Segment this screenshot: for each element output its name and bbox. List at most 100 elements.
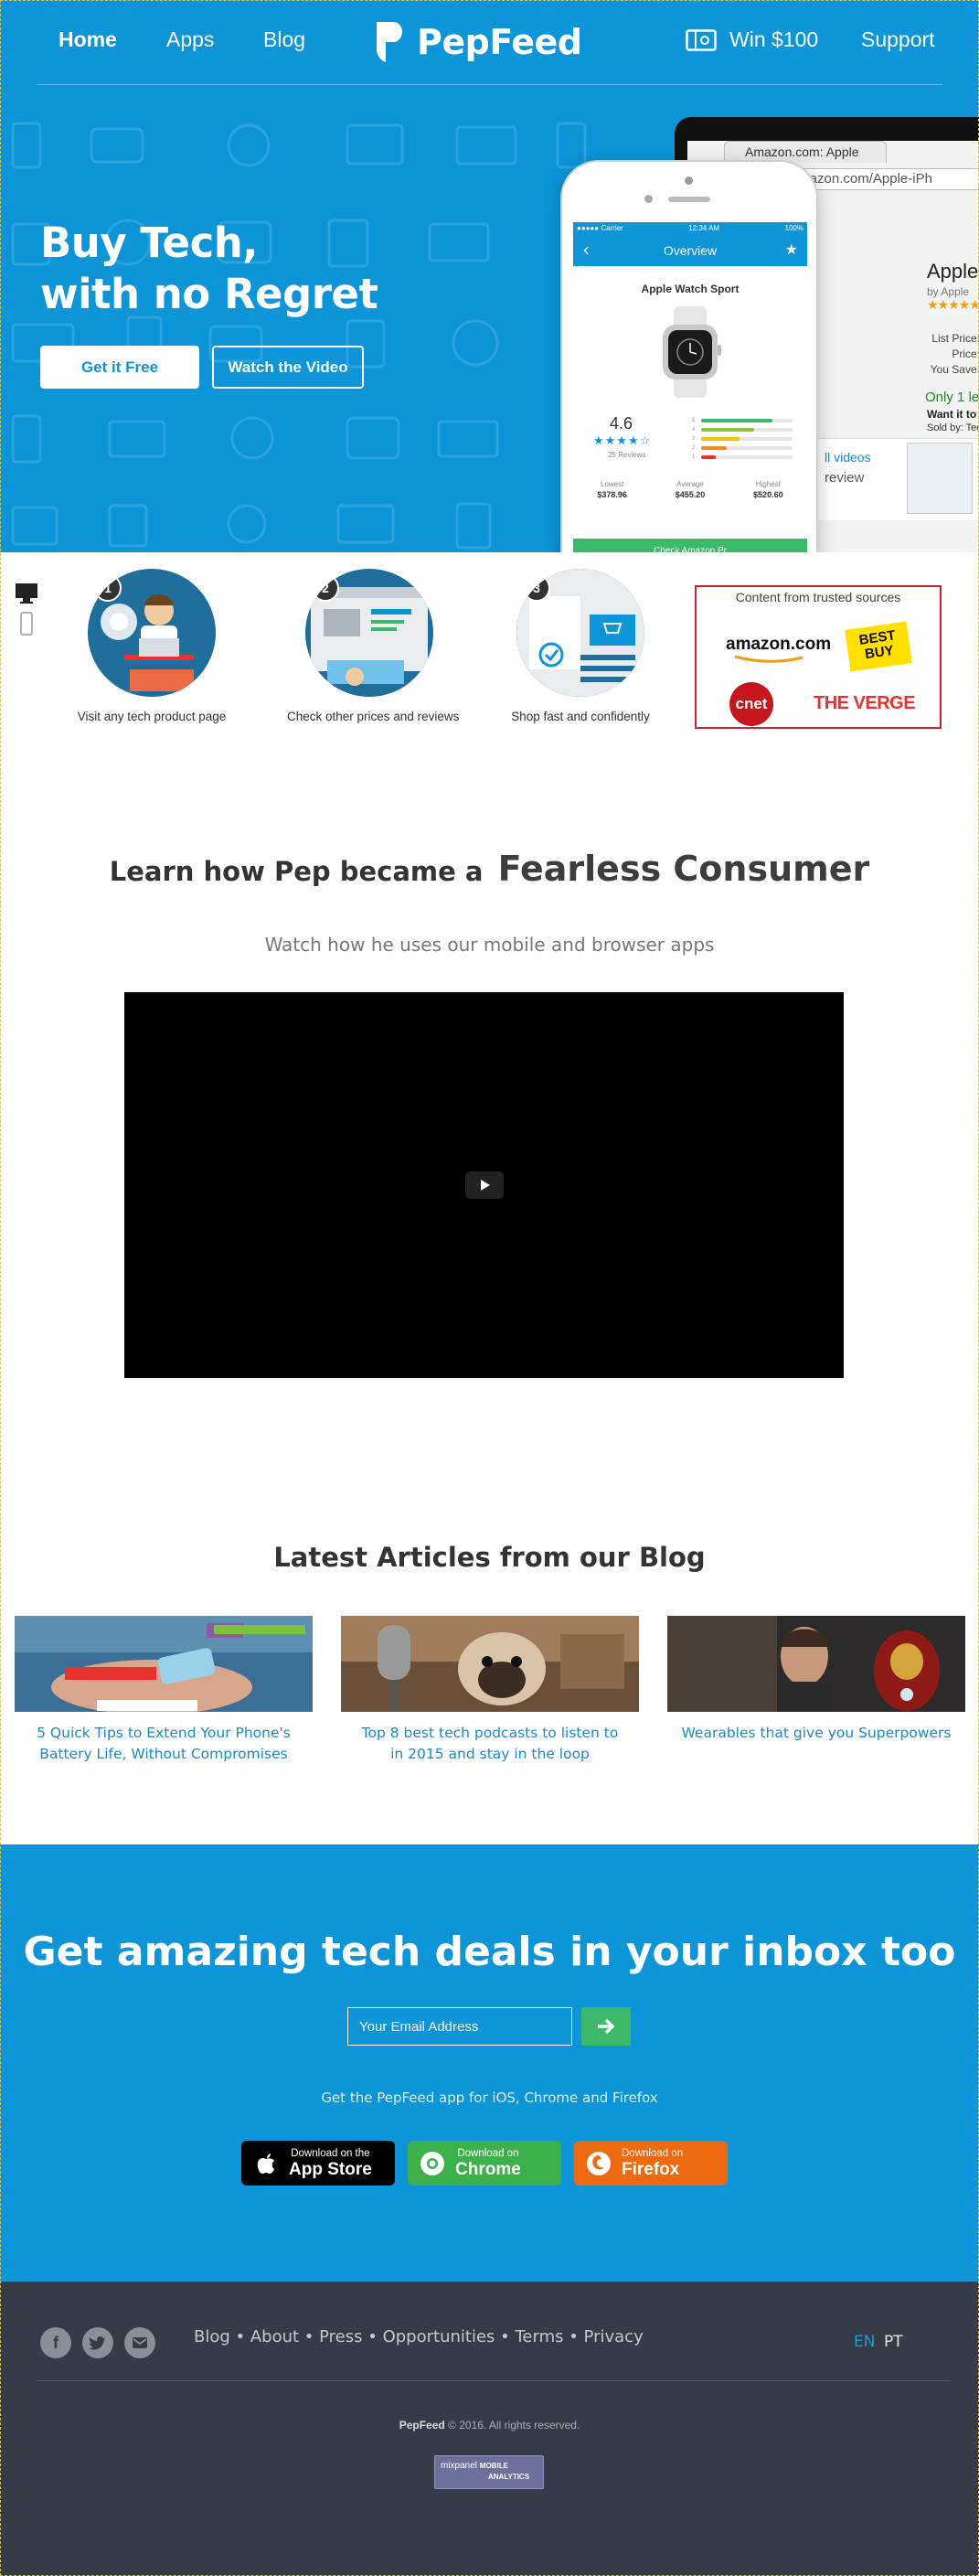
the-verge-logo: THE VERGE: [814, 693, 916, 713]
footer-link-opportunities[interactable]: Opportunities: [383, 2327, 495, 2346]
win-100-link[interactable]: Win $100: [686, 27, 818, 52]
time-text: 12:34 AM: [688, 224, 720, 232]
chrome-button[interactable]: Download on Chrome: [408, 2141, 561, 2186]
mixpanel-badge[interactable]: mixpanel MOBILE ANALYTICS: [434, 2455, 544, 2489]
price-summary: Lowest $378.96 Average $455.20 Highest $520.6…: [573, 480, 807, 499]
fearless-heading: Learn how Pep became a Fearless Consumer: [0, 849, 979, 889]
phone-speaker: [668, 197, 710, 202]
step-label: Visit any tech product page: [77, 710, 227, 723]
cnet-logo: cnet: [729, 682, 773, 726]
nav-home[interactable]: Home: [59, 27, 117, 52]
app-store-button[interactable]: Download on the App Store: [241, 2141, 395, 2186]
blog-article-1[interactable]: 5 Quick Tips to Extend Your Phone's Batt…: [15, 1616, 313, 1765]
lang-pt[interactable]: PT: [884, 2333, 903, 2351]
win-label: Win $100: [729, 27, 819, 51]
pepfeed-logo-icon: [377, 22, 403, 62]
rating-bar-label: 3: [692, 435, 696, 442]
newsletter-title: Get amazing tech deals in your inbox too: [23, 1929, 956, 1975]
blog-heading: Latest Articles from our Blog: [273, 1542, 706, 1573]
price-summary-value: $520.60: [753, 490, 783, 499]
blog-article-2[interactable]: Top 8 best tech podcasts to listen to in…: [341, 1616, 639, 1765]
play-button[interactable]: [465, 1171, 504, 1199]
firefox-big: Firefox: [622, 2159, 680, 2179]
product-brand: by Apple: [927, 285, 970, 298]
twitter-icon[interactable]: [82, 2327, 113, 2358]
footer-separator: •: [299, 2327, 320, 2346]
price-summary-label: Average: [676, 480, 704, 488]
price-summary-item: Lowest $378.96: [597, 480, 627, 499]
footer-link-blog[interactable]: Blog: [194, 2327, 230, 2346]
step-1-illustration: 1: [88, 569, 216, 697]
arrow-right-icon: [598, 2018, 615, 2035]
firefox-button[interactable]: Download on Firefox: [574, 2141, 728, 2186]
article-2-title[interactable]: Top 8 best tech podcasts to listen to in…: [341, 1723, 639, 1765]
nav-apps[interactable]: Apps: [166, 27, 214, 52]
article-3-title[interactable]: Wearables that give you Superpowers: [667, 1723, 965, 1744]
footer-separator: •: [362, 2327, 383, 2346]
footer-link-about[interactable]: About: [250, 2327, 299, 2346]
battery-text: 100%: [784, 224, 803, 232]
copyright-text: © 2016. All rights reserved.: [448, 2419, 580, 2432]
article-1-image[interactable]: [15, 1616, 313, 1712]
step-number: 3: [523, 574, 550, 602]
get-it-free-button[interactable]: Get it Free: [40, 346, 199, 389]
phone-mockup: ●●●●● Carrier 12:34 AM 100% Overview ‹ ★…: [560, 160, 818, 552]
article-1-title[interactable]: 5 Quick Tips to Extend Your Phone's Batt…: [15, 1723, 313, 1765]
step-number: 2: [312, 574, 339, 602]
bestbuy-logo: BEST BUY: [845, 621, 912, 672]
price-summary-item: Highest $520.60: [753, 480, 783, 499]
article-3-image[interactable]: [667, 1616, 965, 1712]
price-lines: List Price: Price: You Save:: [916, 331, 979, 378]
article-2-title-line1: Top 8 best tech podcasts to listen to: [361, 1725, 619, 1741]
apple-icon: [257, 2153, 274, 2174]
hero-title-line2: with no Regret: [40, 270, 378, 318]
mixpanel-name: mixpanel: [441, 2461, 478, 2471]
rating-bar-track: [701, 418, 793, 422]
rating-breakdown: 5 4 3 2 1: [692, 416, 793, 462]
brand-logo[interactable]: PepFeed: [373, 18, 582, 66]
top-nav: Home Apps Blog PepFeed Win $100 Support: [0, 0, 979, 84]
newsletter-section: Get amazing tech deals in your inbox too…: [0, 1844, 979, 2282]
rating-bar-track: [701, 454, 793, 459]
footer-link-press[interactable]: Press: [319, 2327, 362, 2346]
watch-video-button[interactable]: Watch the Video: [212, 346, 364, 389]
video-player[interactable]: [124, 992, 844, 1378]
facebook-icon[interactable]: f: [40, 2327, 71, 2358]
app-header: Overview: [573, 235, 807, 266]
email-icon[interactable]: [124, 2327, 155, 2358]
nav-blog[interactable]: Blog: [263, 27, 305, 52]
rating-bar-row: 2: [692, 444, 793, 452]
sold-by-text: Sold by: Tec: [927, 422, 979, 433]
article-1-title-line2: Battery Life, Without Compromises: [39, 1746, 288, 1762]
rating-bar-track: [701, 436, 793, 441]
footer-link-privacy[interactable]: Privacy: [584, 2327, 644, 2346]
footer-separator: •: [495, 2327, 516, 2346]
blog-article-3[interactable]: Wearables that give you Superpowers: [667, 1616, 965, 1744]
rating-bar-fill: [701, 418, 772, 422]
footer-divider: [37, 2380, 951, 2381]
fearless-subtitle: Watch how he uses our mobile and browser…: [264, 934, 715, 956]
phone-screen: ●●●●● Carrier 12:34 AM 100% Overview ‹ ★…: [573, 222, 807, 552]
footer-separator: •: [229, 2327, 250, 2346]
subscribe-button[interactable]: [581, 2007, 631, 2046]
back-chevron-icon: ‹: [582, 239, 590, 261]
step-label: Check other prices and reviews: [287, 710, 460, 723]
chrome-big: Chrome: [455, 2159, 521, 2179]
rating-bar-track: [701, 427, 793, 432]
step-2-illustration: 2: [305, 569, 433, 697]
footer-link-terms[interactable]: Terms: [515, 2327, 563, 2346]
price-summary-label: Highest: [755, 480, 781, 488]
desktop-phone-toggle-icon[interactable]: [13, 582, 40, 638]
email-input[interactable]: Your Email Address: [347, 2007, 572, 2046]
nav-support[interactable]: Support: [861, 27, 935, 52]
step-3-illustration: 3: [516, 569, 644, 697]
step-3: 3 Shop fast and confidently: [498, 569, 663, 723]
bestbuy-line2: BUY: [864, 642, 895, 663]
lang-en[interactable]: EN: [854, 2333, 875, 2351]
hero-section: Home Apps Blog PepFeed Win $100 Support …: [0, 0, 979, 552]
article-1-title-line1: 5 Quick Tips to Extend Your Phone's: [37, 1725, 291, 1741]
article-2-image[interactable]: [341, 1616, 639, 1712]
hero-title-line1: Buy Tech,: [40, 219, 258, 267]
review-count: 25 Reviews: [608, 451, 646, 459]
footer: f Blog • About • Press • Opportunities •…: [0, 2282, 979, 2576]
